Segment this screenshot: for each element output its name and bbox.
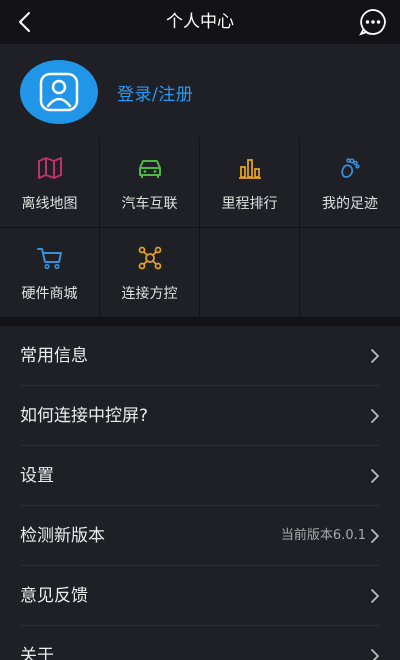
grid-item-remote-control[interactable]: 连接方控 xyxy=(100,228,199,317)
list-item-label: 如何连接中控屏? xyxy=(20,406,149,426)
bar-chart-icon xyxy=(239,159,261,179)
list-item-settings[interactable]: 设置 xyxy=(0,446,400,506)
chevron-right-icon xyxy=(371,409,379,423)
list-item-common-info[interactable]: 常用信息 xyxy=(0,326,400,386)
login-register-link[interactable]: 登录/注册 xyxy=(117,80,193,105)
feature-grid: 离线地图 汽车互联 里程排行 我的足迹 硬件商城 连接方控 xyxy=(0,138,400,318)
grid-item-label: 连接方控 xyxy=(121,286,178,302)
list-item-label: 常用信息 xyxy=(20,346,88,366)
grid-item-car-connect[interactable]: 汽车互联 xyxy=(100,138,199,227)
app-root: 个人中心 登录/注册 离线地图 汽车互联 里程排行 我的足迹 硬件商城 连接方控… xyxy=(0,0,400,660)
list-item-label: 意见反馈 xyxy=(20,586,88,606)
list-item-label: 设置 xyxy=(20,466,54,486)
section-divider xyxy=(0,318,400,326)
settings-list: 常用信息 如何连接中控屏? 设置 检测新版本 当前版本6.0.1 意见反馈 关于 xyxy=(0,326,400,660)
chevron-right-icon xyxy=(371,649,379,660)
grid-item-label: 硬件商城 xyxy=(21,286,78,302)
grid-item-footprint[interactable]: 我的足迹 xyxy=(300,138,400,227)
profile-section: 登录/注册 xyxy=(0,44,400,138)
list-item-label: 关于 xyxy=(20,646,54,660)
remote-control-icon xyxy=(138,246,162,270)
grid-item-label: 里程排行 xyxy=(221,196,278,212)
footprint-icon xyxy=(341,158,360,178)
chevron-right-icon xyxy=(371,589,379,603)
avatar[interactable] xyxy=(20,60,98,124)
list-item-check-update[interactable]: 检测新版本 当前版本6.0.1 xyxy=(0,506,400,566)
user-avatar-icon xyxy=(39,72,79,112)
top-bar: 个人中心 xyxy=(0,0,400,44)
grid-item-empty xyxy=(300,228,400,317)
grid-item-empty xyxy=(200,228,299,317)
grid-item-mileage-rank[interactable]: 里程排行 xyxy=(200,138,299,227)
more-button[interactable] xyxy=(358,7,388,37)
cart-icon xyxy=(37,248,62,270)
grid-item-hardware-store[interactable]: 硬件商城 xyxy=(0,228,99,317)
list-item-label: 检测新版本 xyxy=(20,526,105,546)
chat-more-icon xyxy=(359,9,386,36)
grid-item-label: 我的足迹 xyxy=(322,196,378,212)
chevron-right-icon xyxy=(371,349,379,363)
grid-item-label: 离线地图 xyxy=(21,196,78,212)
grid-item-label: 汽车互联 xyxy=(121,196,178,212)
list-item-about[interactable]: 关于 xyxy=(0,626,400,660)
current-version-text: 当前版本6.0.1 xyxy=(280,528,366,543)
page-title: 个人中心 xyxy=(166,12,234,32)
chevron-right-icon xyxy=(371,529,379,543)
list-item-feedback[interactable]: 意见反馈 xyxy=(0,566,400,626)
chevron-right-icon xyxy=(371,469,379,483)
map-icon xyxy=(38,157,62,179)
grid-item-offline-map[interactable]: 离线地图 xyxy=(0,138,99,227)
car-icon xyxy=(139,160,161,178)
list-item-how-to-connect[interactable]: 如何连接中控屏? xyxy=(0,386,400,446)
